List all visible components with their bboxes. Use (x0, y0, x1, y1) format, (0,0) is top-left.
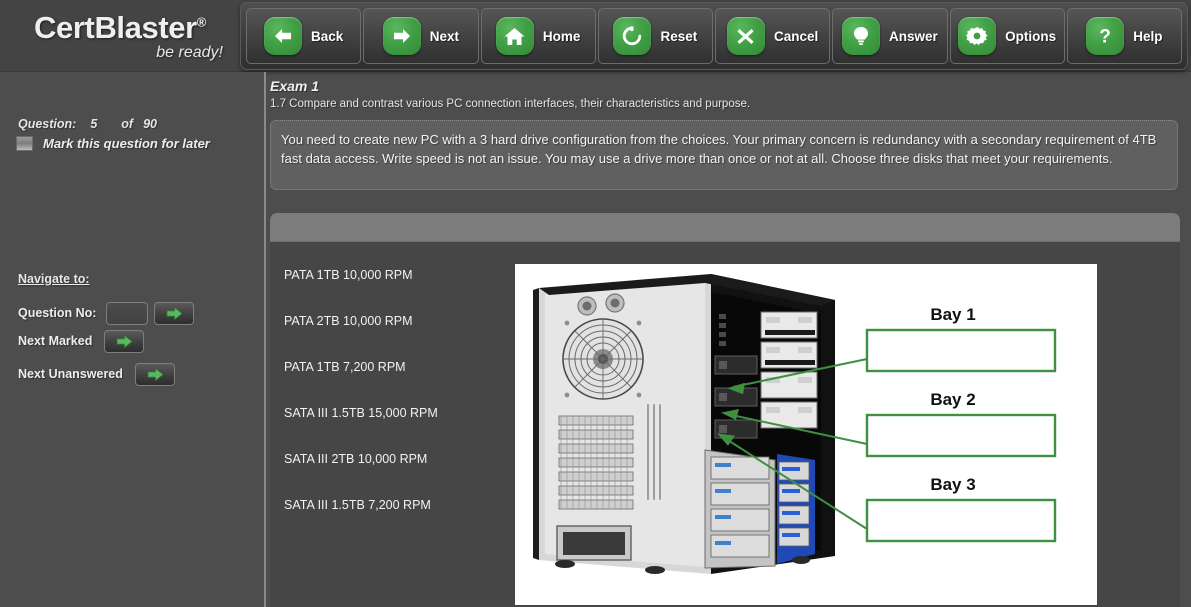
exam-objective: 1.7 Compare and contrast various PC conn… (270, 98, 751, 110)
svg-text:?: ? (1099, 27, 1111, 48)
exhibit-canvas: Bay 1 Bay 2 Bay 3 (515, 264, 1097, 605)
question-stem-box: You need to create new PC with a 3 hard … (270, 120, 1178, 190)
bay-3-dropzone[interactable] (865, 498, 1057, 543)
next-unanswered-button[interactable] (134, 362, 175, 386)
options-button[interactable]: Options (949, 8, 1065, 64)
back-button-label: Back (310, 28, 344, 44)
next-button-label: Next (429, 28, 459, 44)
bay-3-label: Bay 3 (930, 475, 975, 494)
cancel-button[interactable]: Cancel (715, 8, 831, 64)
bay-2-label: Bay 2 (930, 390, 975, 409)
lightbulb-icon (841, 17, 880, 55)
bay-1-dropzone[interactable] (865, 328, 1057, 373)
list-item[interactable]: PATA 1TB 10,000 RPM (282, 252, 512, 298)
nav-row-next-unanswered: Next Unanswered (18, 361, 175, 387)
question-mark-icon: ? (1086, 17, 1125, 55)
brand-logo: CertBlaster® be ready! (0, 0, 240, 72)
list-item[interactable]: SATA III 2TB 10,000 RPM (282, 436, 512, 482)
bay-1-label: Bay 1 (930, 305, 975, 324)
list-item[interactable]: PATA 2TB 10,000 RPM (282, 298, 512, 344)
question-number: 5 (90, 117, 98, 131)
bay-3-group: Bay 3 (865, 475, 1057, 543)
question-no-input[interactable] (106, 301, 149, 325)
go-to-question-button[interactable] (154, 301, 195, 325)
exhibit-graphic: Bay 1 Bay 2 Bay 3 (533, 274, 1057, 574)
sidebar: Question: 5 of 90 Mark this question for la… (0, 72, 266, 607)
refresh-icon (613, 17, 652, 55)
help-button[interactable]: ? Help (1066, 8, 1182, 64)
answer-panel-body: PATA 1TB 10,000 RPM PATA 2TB 10,000 RPM … (270, 242, 1180, 607)
brand-name: CertBlaster® (34, 10, 207, 45)
mark-question-label: Mark this question for later (43, 136, 210, 151)
options-button-label: Options (1005, 28, 1057, 44)
reset-button-label: Reset (660, 28, 698, 44)
gear-icon (958, 17, 997, 55)
next-marked-button[interactable] (104, 329, 145, 353)
next-button[interactable]: Next (363, 8, 479, 64)
registered-mark: ® (196, 14, 207, 30)
back-button[interactable]: Back (246, 8, 362, 64)
question-counter-label: Question: (18, 117, 77, 131)
help-button-label: Help (1133, 28, 1163, 44)
home-button-label: Home (542, 28, 581, 44)
answer-panel-header (270, 213, 1180, 242)
next-unanswered-label: Next Unanswered (18, 367, 123, 381)
computer-case-image (533, 274, 835, 574)
list-item[interactable]: PATA 1TB 7,200 RPM (282, 344, 512, 390)
mark-question-row[interactable]: Mark this question for later (16, 136, 210, 151)
answer-button-label: Answer (888, 28, 938, 44)
navigate-to-heading: Navigate to: (18, 272, 90, 286)
question-counter: Question: 5 of 90 (18, 117, 157, 131)
next-marked-label: Next Marked (18, 334, 93, 348)
exam-title: Exam 1 (270, 78, 320, 94)
close-x-icon (726, 17, 765, 55)
bay-1-group: Bay 1 (865, 305, 1057, 373)
nav-row-question-no: Question No: (18, 300, 195, 326)
question-no-label: Question No: (18, 306, 97, 320)
answer-button[interactable]: Answer (832, 8, 948, 64)
answer-area-panel: PATA 1TB 10,000 RPM PATA 2TB 10,000 RPM … (270, 213, 1180, 607)
main-toolbar: Back Next Home Reset Cancel Answer Optio… (240, 2, 1188, 70)
arrow-left-icon (263, 17, 302, 55)
arrow-right-icon (382, 17, 421, 55)
bay-2-dropzone[interactable] (865, 413, 1057, 458)
cancel-button-label: Cancel (773, 28, 819, 44)
mark-question-checkbox[interactable] (16, 136, 33, 151)
list-item[interactable]: SATA III 1.5TB 7,200 RPM (282, 482, 512, 528)
question-stem-text: You need to create new PC with a 3 hard … (281, 132, 1157, 166)
home-icon (495, 17, 534, 55)
brand-tagline: be ready! (156, 44, 223, 61)
nav-row-next-marked: Next Marked (18, 328, 145, 354)
reset-button[interactable]: Reset (597, 8, 713, 64)
drive-options-list: PATA 1TB 10,000 RPM PATA 2TB 10,000 RPM … (282, 252, 512, 528)
home-button[interactable]: Home (480, 8, 596, 64)
bay-2-group: Bay 2 (865, 390, 1057, 458)
list-item[interactable]: SATA III 1.5TB 15,000 RPM (282, 390, 512, 436)
question-of-label: of (121, 117, 134, 131)
main-content: Exam 1 1.7 Compare and contrast various … (268, 72, 1191, 607)
exam-application-window: CertBlaster® be ready! Back Next Home Re… (0, 0, 1191, 607)
question-total: 90 (143, 117, 158, 131)
